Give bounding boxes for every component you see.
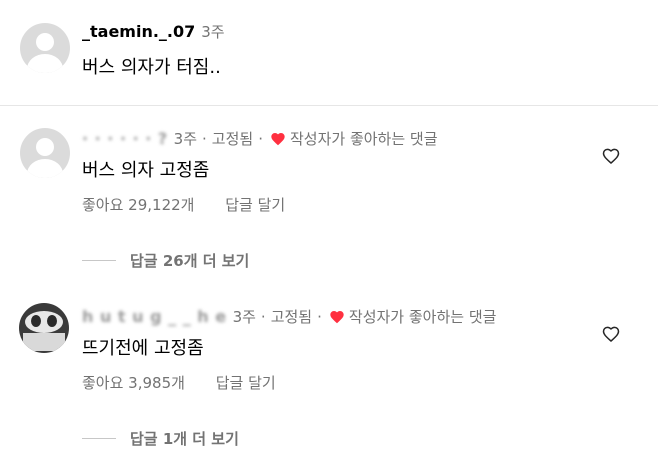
divider	[0, 105, 658, 106]
pinned-label: 고정됨	[270, 308, 313, 326]
timestamp: 3주	[201, 23, 225, 41]
heart-outline-icon[interactable]	[600, 324, 622, 344]
avatar[interactable]	[19, 303, 69, 353]
default-avatar-icon	[36, 138, 54, 156]
pinned-label: 고정됨	[211, 130, 254, 148]
author-liked-label: 작성자가 좋아하는 댓글	[348, 308, 497, 326]
comment-meta: h u t u g _ _ h e 3주 · 고정됨 · 작성자가 좋아하는 댓…	[82, 306, 496, 327]
view-replies-button[interactable]: 답글 26개 더 보기	[82, 250, 249, 271]
comment-actions: 좋아요 3,985개 답글 달기	[82, 372, 276, 393]
username[interactable]: · · · · · · ?	[82, 129, 168, 148]
view-replies-label: 답글 1개 더 보기	[130, 430, 239, 448]
heart-outline-icon[interactable]	[600, 146, 622, 166]
timestamp: 3주	[173, 130, 198, 148]
separator: ·	[258, 129, 263, 148]
username[interactable]: _taemin._.07	[82, 22, 195, 41]
reply-button[interactable]: 답글 달기	[225, 196, 285, 214]
avatar[interactable]	[20, 128, 70, 178]
like-count[interactable]: 좋아요 3,985개	[82, 374, 185, 392]
separator: ·	[260, 307, 266, 326]
reply-button[interactable]: 답글 달기	[216, 374, 276, 392]
username[interactable]: h u t u g _ _ h e	[82, 307, 227, 326]
comment-text: 버스 의자가 터짐..	[82, 57, 221, 78]
comment-text: 뜨기전에 고정좀	[82, 338, 204, 359]
heart-filled-icon	[271, 132, 285, 145]
default-avatar-icon	[36, 33, 54, 51]
comment-actions: 좋아요 29,122개 답글 달기	[82, 194, 285, 215]
heart-filled-icon	[330, 310, 344, 323]
comment-meta: _taemin._.07 3주	[82, 21, 225, 42]
separator: ·	[317, 307, 322, 326]
avatar[interactable]	[20, 23, 70, 73]
comment-meta: · · · · · · ? 3주 · 고정됨 · 작성자가 좋아하는 댓글	[82, 128, 438, 149]
timestamp: 3주	[232, 308, 256, 326]
replies-line	[82, 260, 116, 261]
separator: ·	[202, 129, 207, 148]
view-replies-label: 답글 26개 더 보기	[130, 252, 250, 270]
like-count[interactable]: 좋아요 29,122개	[82, 196, 194, 214]
replies-line	[82, 438, 116, 439]
view-replies-button[interactable]: 답글 1개 더 보기	[82, 428, 239, 449]
comment-text: 버스 의자 고정좀	[82, 160, 210, 181]
author-liked-label: 작성자가 좋아하는 댓글	[289, 130, 438, 148]
